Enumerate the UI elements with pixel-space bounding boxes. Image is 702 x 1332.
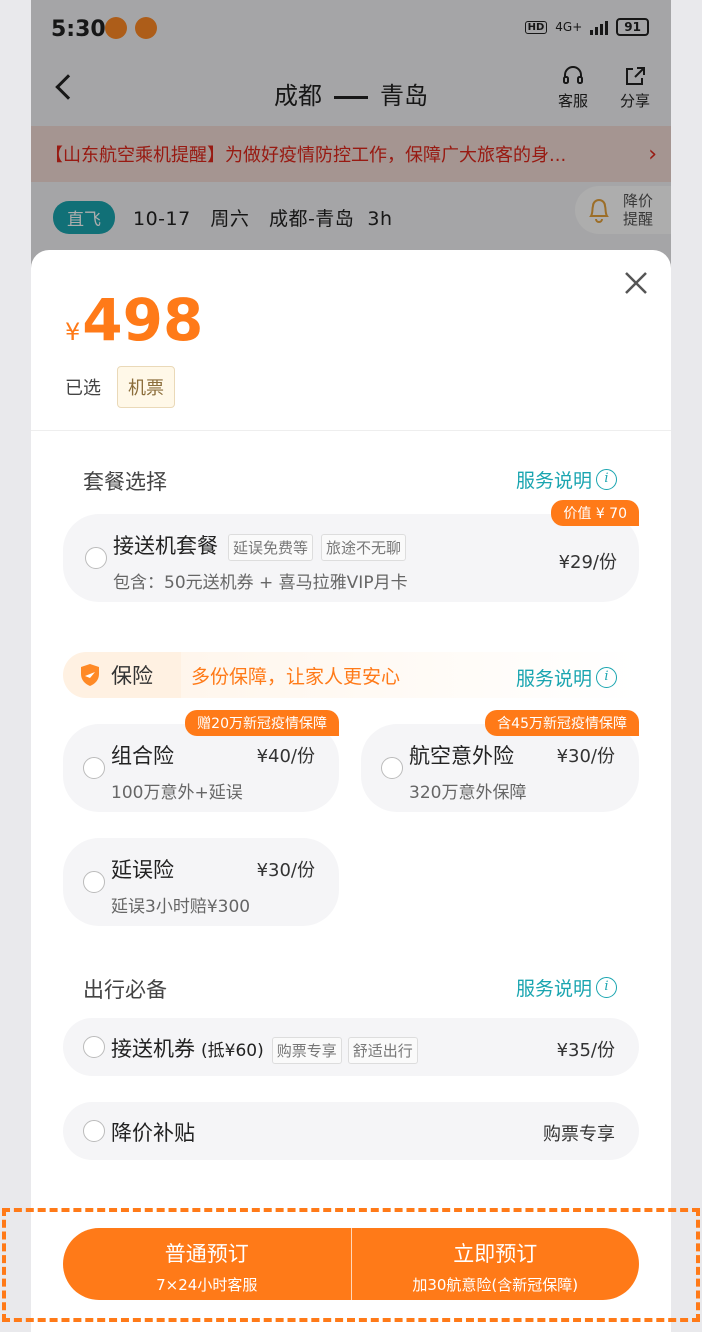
normal-booking-button[interactable]: 普通预订 7×24小时客服 <box>63 1228 351 1300</box>
service-link-label: 服务说明 <box>515 470 592 492</box>
package-radio[interactable] <box>85 547 107 569</box>
voucher-note: (抵¥60) <box>201 1041 264 1061</box>
package-tag: 旅途不无聊 <box>321 533 407 561</box>
voucher-tag: 购票专享 <box>271 1036 342 1064</box>
normal-booking-subtitle: 7×24小时客服 <box>156 1276 258 1294</box>
insurance-title: 延误险 <box>111 858 174 882</box>
selected-items: 已选 机票 <box>65 366 175 408</box>
close-icon[interactable] <box>623 270 649 296</box>
package-title: 接送机套餐 延误免费等 旅途不无聊 <box>113 530 407 561</box>
info-icon: i <box>596 667 617 688</box>
insurance-description: 100万意外+延误 <box>111 783 243 803</box>
insurance-card-accident[interactable]: 航空意外险 ¥30/份 320万意外保障 含45万新冠疫情保障 <box>361 710 639 812</box>
insurance-promo-badge: 赠20万新冠疫情保障 <box>185 710 339 736</box>
info-icon: i <box>596 977 617 998</box>
voucher-tag: 舒适出行 <box>347 1036 418 1064</box>
insurance-card-combo[interactable]: 组合险 ¥40/份 100万意外+延误 赠20万新冠疫情保障 <box>63 710 339 812</box>
insurance-price: ¥40/份 <box>256 746 315 767</box>
package-tag: 延误免费等 <box>228 533 314 561</box>
package-price: ¥29/份 <box>558 552 617 573</box>
insurance-title: 组合险 <box>111 744 174 768</box>
insurance-title: 航空意外险 <box>409 744 514 768</box>
service-link-label: 服务说明 <box>515 668 592 690</box>
info-icon: i <box>596 469 617 490</box>
selected-chip: 机票 <box>117 366 175 408</box>
insurance-radio[interactable] <box>381 757 403 779</box>
voucher-card[interactable]: 接送机券 (抵¥60) 购票专享 舒适出行 ¥35/份 <box>63 1018 639 1076</box>
selected-label: 已选 <box>65 378 101 399</box>
voucher-price: ¥35/份 <box>556 1040 615 1061</box>
insurance-description: 320万意外保障 <box>409 783 527 803</box>
insurance-service-link[interactable]: 服务说明 i <box>516 664 617 691</box>
insurance-description: 延误3小时赔¥300 <box>111 897 251 917</box>
insurance-radio[interactable] <box>83 757 105 779</box>
booking-cta: 普通预订 7×24小时客服 立即预订 加30航意险(含新冠保障) <box>63 1228 639 1300</box>
insurance-slogan: 多份保障，让家人更安心 <box>191 666 401 688</box>
normal-booking-title: 普通预订 <box>164 1242 249 1266</box>
insurance-tag: 保险 <box>63 652 181 698</box>
service-link-label: 服务说明 <box>515 978 592 1000</box>
insurance-card-delay[interactable]: 延误险 ¥30/份 延误3小时赔¥300 <box>63 838 339 926</box>
phone-screen: 5:30 HD 4G+ 91 成都 青岛 客服 分享 【山东航空乘机提醒】为做好疫… <box>31 0 671 1332</box>
price-amount: 498 <box>82 286 204 354</box>
insurance-radio[interactable] <box>83 871 105 893</box>
currency-symbol: ¥ <box>65 318 81 346</box>
insurance-price: ¥30/份 <box>556 746 615 767</box>
subsidy-title: 降价补贴 <box>111 1121 195 1145</box>
instant-booking-button[interactable]: 立即预订 加30航意险(含新冠保障) <box>352 1228 640 1300</box>
shield-plane-icon <box>81 664 99 686</box>
package-description: 包含：50元送机券 + 喜马拉雅VIP月卡 <box>113 573 408 593</box>
instant-booking-subtitle: 加30航意险(含新冠保障) <box>412 1276 579 1294</box>
travel-section-title: 出行必备 <box>83 978 167 1002</box>
subsidy-radio[interactable] <box>83 1120 105 1142</box>
package-section-title: 套餐选择 <box>83 470 167 494</box>
subsidy-card[interactable]: 降价补贴 购票专享 <box>63 1102 639 1160</box>
travel-service-link[interactable]: 服务说明 i <box>516 974 617 1001</box>
package-title-text: 接送机套餐 <box>113 534 218 558</box>
voucher-title: 接送机券 (抵¥60) 购票专享 舒适出行 <box>111 1033 418 1064</box>
voucher-radio[interactable] <box>83 1036 105 1058</box>
divider <box>31 430 671 431</box>
package-value-badge: 价值 ¥ 70 <box>551 500 639 526</box>
package-card[interactable]: 接送机套餐 延误免费等 旅途不无聊 包含：50元送机券 + 喜马拉雅VIP月卡 ¥2… <box>63 500 639 602</box>
subsidy-note: 购票专享 <box>543 1124 615 1145</box>
package-service-link[interactable]: 服务说明 i <box>516 466 617 493</box>
booking-sheet: ¥498 已选 机票 套餐选择 服务说明 i 接送机套餐 延误免费等 旅途不无聊 包含… <box>31 250 671 1332</box>
insurance-price: ¥30/份 <box>256 860 315 881</box>
insurance-label: 保险 <box>111 664 153 688</box>
voucher-title-text: 接送机券 <box>111 1037 195 1061</box>
instant-booking-title: 立即预订 <box>453 1242 538 1266</box>
insurance-promo-badge: 含45万新冠疫情保障 <box>485 710 639 736</box>
total-price: ¥498 <box>65 286 203 354</box>
